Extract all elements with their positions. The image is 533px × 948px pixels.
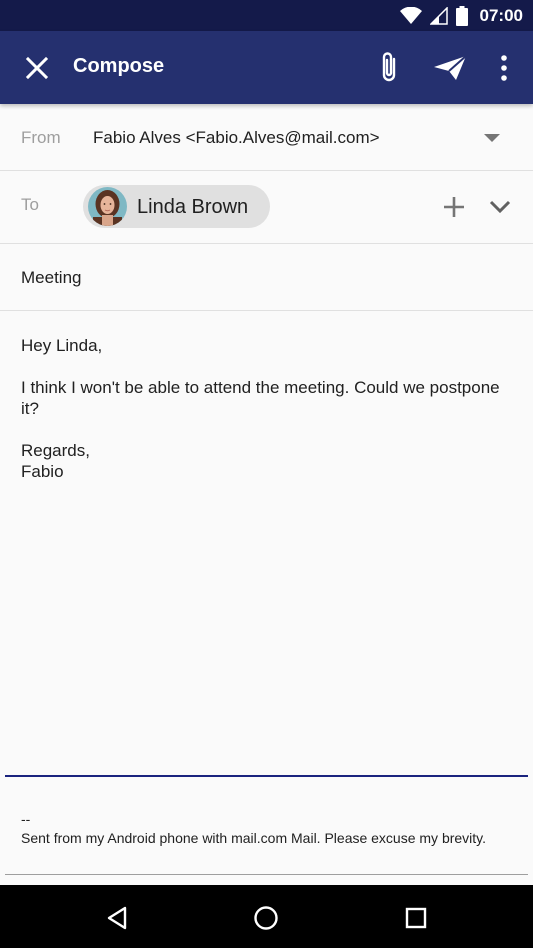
- to-label: To: [21, 195, 39, 214]
- compose-toolbar: Compose: [0, 31, 533, 104]
- recipient-name: Linda Brown: [137, 196, 249, 218]
- signature[interactable]: -- Sent from my Android phone with mail.…: [21, 810, 511, 848]
- recents-icon[interactable]: [404, 906, 428, 930]
- cell-signal-icon: [429, 6, 448, 25]
- chevron-down-icon[interactable]: [488, 199, 512, 215]
- from-account-select[interactable]: Fabio Alves <Fabio.Alves@mail.com>: [93, 128, 380, 148]
- from-label: From: [21, 128, 61, 147]
- body-greeting: Hey Linda,: [21, 336, 103, 355]
- wifi-icon: [399, 6, 422, 24]
- body-sender: Fabio: [21, 462, 64, 481]
- more-vert-icon[interactable]: [492, 53, 516, 83]
- subject-row: Meeting: [0, 244, 533, 311]
- close-icon[interactable]: [22, 53, 52, 83]
- system-nav-bar: [0, 885, 533, 948]
- status-icons: 07:00: [399, 0, 523, 31]
- to-row: To Linda Brown: [0, 171, 533, 244]
- body-focus-underline: [5, 775, 528, 777]
- signature-separator: --: [21, 811, 31, 827]
- add-icon[interactable]: [442, 195, 466, 219]
- page-title: Compose: [73, 55, 165, 77]
- status-bar: 07:00: [0, 0, 533, 31]
- body-message: I think I won't be able to attend the me…: [21, 378, 500, 418]
- attachment-icon[interactable]: [374, 51, 404, 85]
- body-closing: Regards,: [21, 441, 90, 460]
- home-icon[interactable]: [253, 905, 279, 931]
- back-icon[interactable]: [104, 905, 130, 931]
- battery-icon: [455, 5, 468, 26]
- subject-field[interactable]: Meeting: [21, 268, 81, 288]
- signature-text: Sent from my Android phone with mail.com…: [21, 830, 487, 846]
- signature-divider: [5, 874, 528, 875]
- status-time: 07:00: [479, 5, 523, 25]
- message-body[interactable]: Hey Linda, I think I won't be able to at…: [0, 311, 533, 775]
- recipient-chip[interactable]: Linda Brown: [83, 185, 270, 228]
- body-text[interactable]: Hey Linda, I think I won't be able to at…: [21, 335, 511, 482]
- avatar: [88, 187, 127, 226]
- dropdown-arrow-icon[interactable]: [482, 132, 502, 144]
- send-icon[interactable]: [432, 53, 468, 83]
- from-row: From Fabio Alves <Fabio.Alves@mail.com>: [0, 104, 533, 171]
